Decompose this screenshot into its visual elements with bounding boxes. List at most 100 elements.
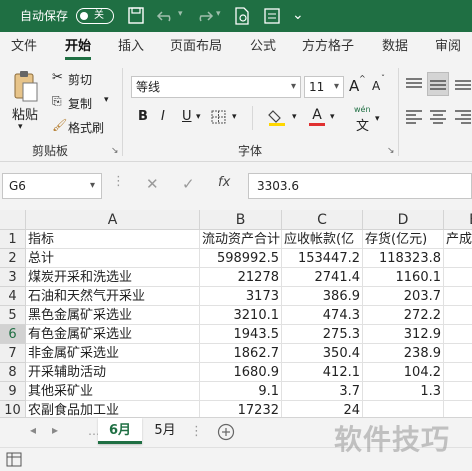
column-header-c[interactable]: C xyxy=(282,210,363,230)
bold-button[interactable]: B xyxy=(138,109,148,124)
cell-e8[interactable] xyxy=(444,363,472,382)
cell-d5[interactable]: 272.2 xyxy=(363,306,444,325)
add-sheet-icon[interactable] xyxy=(217,423,235,441)
enter-icon[interactable]: ✓ xyxy=(182,175,195,193)
copy-button[interactable]: 复制 xyxy=(68,95,92,112)
cell-d2[interactable]: 118323.8 xyxy=(363,249,444,268)
cell-e5[interactable] xyxy=(444,306,472,325)
phonetic-dropdown-icon[interactable]: ▾ xyxy=(375,114,380,124)
shrink-font-button[interactable]: A xyxy=(372,79,380,93)
grow-font-button[interactable]: A xyxy=(349,77,359,95)
cell-c6[interactable]: 275.3 xyxy=(282,325,363,344)
cell-b7[interactable]: 1862.7 xyxy=(200,344,282,363)
align-right-icon[interactable] xyxy=(454,109,472,125)
tab-page-layout[interactable]: 页面布局 xyxy=(170,32,222,62)
undo-icon[interactable] xyxy=(156,7,176,25)
cell-b1[interactable]: 流动资产合计 xyxy=(200,230,282,249)
align-left-icon[interactable] xyxy=(405,109,423,125)
align-top-icon[interactable] xyxy=(405,76,423,92)
cell-c7[interactable]: 350.4 xyxy=(282,344,363,363)
save-icon[interactable] xyxy=(126,7,146,25)
select-all-corner[interactable] xyxy=(0,210,26,230)
cell-b2[interactable]: 598992.5 xyxy=(200,249,282,268)
customize-toolbar-icon[interactable]: ⌄ xyxy=(292,7,304,23)
tab-review[interactable]: 审阅 xyxy=(435,32,461,62)
paste-button[interactable]: 粘贴 xyxy=(12,104,38,123)
cell-e2[interactable] xyxy=(444,249,472,268)
redo-icon[interactable] xyxy=(194,7,214,25)
column-header-a[interactable]: A xyxy=(26,210,200,230)
tab-home[interactable]: 开始 xyxy=(65,32,92,62)
align-center-icon[interactable] xyxy=(429,109,447,125)
cell-e10[interactable] xyxy=(444,401,472,417)
cut-button[interactable]: 剪切 xyxy=(68,71,92,88)
cell-b3[interactable]: 21278 xyxy=(200,268,282,287)
tab-formulas[interactable]: 公式 xyxy=(250,32,276,62)
cell-c5[interactable]: 474.3 xyxy=(282,306,363,325)
row-header[interactable]: 1 xyxy=(0,230,26,249)
row-header[interactable]: 4 xyxy=(0,287,26,306)
cell-b8[interactable]: 1680.9 xyxy=(200,363,282,382)
form-icon[interactable] xyxy=(262,7,282,25)
tab-insert[interactable]: 插入 xyxy=(118,32,144,62)
spreadsheet-grid[interactable]: ABCDE1指标流动资产合计应收帐款(亿存货(亿元)产成2总计598992.51… xyxy=(0,210,472,417)
cell-a8[interactable]: 开采辅助活动 xyxy=(26,363,200,382)
row-header[interactable]: 6 xyxy=(0,325,26,344)
cell-c9[interactable]: 3.7 xyxy=(282,382,363,401)
align-middle-active[interactable] xyxy=(427,72,449,96)
cell-d4[interactable]: 203.7 xyxy=(363,287,444,306)
cell-e7[interactable] xyxy=(444,344,472,363)
cell-d6[interactable]: 312.9 xyxy=(363,325,444,344)
cell-d7[interactable]: 238.9 xyxy=(363,344,444,363)
cell-b10[interactable]: 17232 xyxy=(200,401,282,417)
cell-b6[interactable]: 1943.5 xyxy=(200,325,282,344)
cell-d8[interactable]: 104.2 xyxy=(363,363,444,382)
cell-e4[interactable] xyxy=(444,287,472,306)
cell-a2[interactable]: 总计 xyxy=(26,249,200,268)
tab-file[interactable]: 文件 xyxy=(11,32,37,62)
fill-color-dropdown-icon[interactable]: ▾ xyxy=(292,112,297,122)
cancel-icon[interactable]: ✕ xyxy=(146,175,159,193)
cell-d10[interactable] xyxy=(363,401,444,417)
column-header-d[interactable]: D xyxy=(363,210,444,230)
sheet-tab-may[interactable]: 5月 xyxy=(144,418,186,444)
cell-a1[interactable]: 指标 xyxy=(26,230,200,249)
row-header[interactable]: 10 xyxy=(0,401,26,417)
sheet-tab-june[interactable]: 6月 xyxy=(98,418,142,444)
fill-color-icon[interactable] xyxy=(268,107,288,127)
font-name-dropdown[interactable]: 等线 ▾ xyxy=(131,76,301,98)
scissors-icon[interactable]: ✂ xyxy=(52,70,63,85)
copy-dropdown-icon[interactable]: ▾ xyxy=(104,95,109,105)
cell-a6[interactable]: 有色金属矿采选业 xyxy=(26,325,200,344)
font-launcher-icon[interactable]: ↘ xyxy=(387,146,395,156)
format-painter-icon[interactable]: 🖌 xyxy=(52,118,67,132)
cell-e3[interactable] xyxy=(444,268,472,287)
row-header[interactable]: 2 xyxy=(0,249,26,268)
paste-dropdown-icon[interactable]: ▾ xyxy=(18,122,23,132)
undo-dropdown-icon[interactable]: ▾ xyxy=(178,9,183,19)
copy-icon[interactable]: ⎘ xyxy=(52,94,62,109)
row-header[interactable]: 3 xyxy=(0,268,26,287)
name-box[interactable]: G6 ▾ xyxy=(2,173,102,199)
cell-e1[interactable]: 产成 xyxy=(444,230,472,249)
cell-a3[interactable]: 煤炭开采和洗选业 xyxy=(26,268,200,287)
font-color-icon[interactable]: A xyxy=(309,107,325,126)
clipboard-launcher-icon[interactable]: ↘ xyxy=(111,146,119,156)
print-preview-icon[interactable] xyxy=(232,7,252,25)
column-header-b[interactable]: B xyxy=(200,210,282,230)
borders-dropdown-icon[interactable]: ▾ xyxy=(232,112,237,122)
cell-a9[interactable]: 其他采矿业 xyxy=(26,382,200,401)
formula-input[interactable]: 3303.6 xyxy=(248,173,472,199)
font-size-dropdown[interactable]: 11 ▾ xyxy=(304,76,344,98)
insert-function-button[interactable]: fx xyxy=(218,175,230,190)
underline-button[interactable]: U xyxy=(182,109,192,124)
cell-c10[interactable]: 24 xyxy=(282,401,363,417)
paste-icon[interactable] xyxy=(12,70,40,104)
cell-e6[interactable] xyxy=(444,325,472,344)
cell-d3[interactable]: 1160.1 xyxy=(363,268,444,287)
cell-a7[interactable]: 非金属矿采选业 xyxy=(26,344,200,363)
cell-c3[interactable]: 2741.4 xyxy=(282,268,363,287)
font-color-dropdown-icon[interactable]: ▾ xyxy=(330,112,335,122)
row-header[interactable]: 7 xyxy=(0,344,26,363)
cell-d1[interactable]: 存货(亿元) xyxy=(363,230,444,249)
